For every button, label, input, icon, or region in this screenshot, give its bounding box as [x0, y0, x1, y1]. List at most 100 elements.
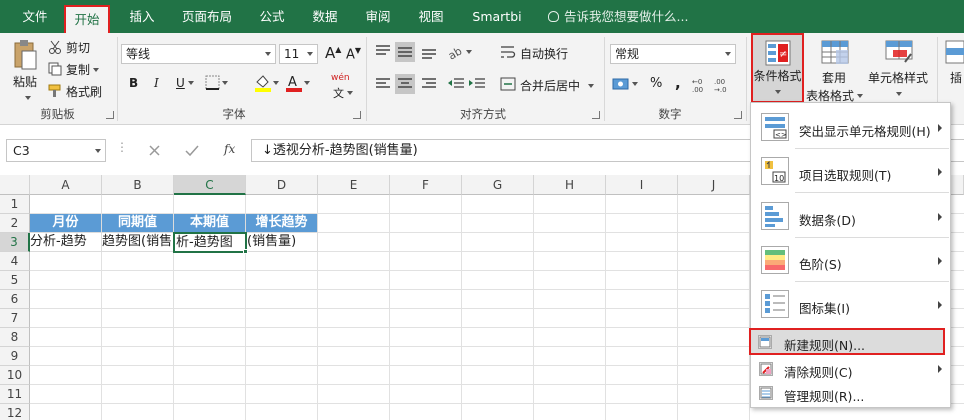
formula-bar-grip-icon[interactable]: ⋮	[116, 140, 128, 154]
row-header-2[interactable]: 2	[0, 214, 30, 233]
paste-icon[interactable]	[12, 39, 38, 71]
row-header-9[interactable]: 9	[0, 347, 30, 366]
insert-function-button[interactable]: fx	[224, 142, 235, 156]
fill-color-icon[interactable]	[254, 74, 280, 95]
row-header-7[interactable]: 7	[0, 309, 30, 328]
tab-smartbi[interactable]: Smartbi	[466, 0, 528, 33]
col-header-b[interactable]: B	[102, 175, 174, 195]
menu-item-manage-rules[interactable]: 管理规则(R)...	[751, 382, 950, 404]
cut-button[interactable]: 剪切	[66, 39, 90, 56]
tab-data[interactable]: 数据	[306, 0, 344, 33]
tab-insert[interactable]: 插入	[123, 0, 161, 33]
menu-item-icon-sets[interactable]: 图标集(I)	[751, 290, 950, 320]
tab-home[interactable]: 开始	[64, 5, 110, 33]
name-box[interactable]: C3	[6, 139, 106, 162]
menu-colorscales-label: 色阶(S)	[799, 257, 842, 272]
menu-item-top-bottom-rules[interactable]: 10 项目选取规则(T)	[751, 157, 950, 187]
merge-center-label: 合并后居中	[520, 79, 581, 93]
tab-formulas[interactable]: 公式	[253, 0, 291, 33]
row-header-4[interactable]: 4	[0, 252, 30, 271]
orientation-icon[interactable]: ab	[446, 43, 473, 64]
row-header-12[interactable]: 12	[0, 404, 30, 420]
wrap-text-button[interactable]: 自动换行	[520, 45, 568, 62]
menu-item-color-scales[interactable]: 色阶(S)	[751, 246, 950, 276]
col-header-a[interactable]: A	[30, 175, 102, 195]
merge-center-button[interactable]: 合并后居中	[520, 77, 595, 94]
row-header-5[interactable]: 5	[0, 271, 30, 290]
col-header-g[interactable]: G	[462, 175, 534, 195]
paste-button[interactable]: 粘贴	[13, 73, 37, 90]
alignment-launcher-icon[interactable]	[592, 111, 600, 119]
font-color-icon[interactable]: A	[285, 74, 311, 95]
fill-handle[interactable]	[243, 249, 248, 254]
cell-d3[interactable]: (销售量)	[247, 233, 318, 252]
percent-button[interactable]: %	[650, 76, 662, 91]
col-header-e[interactable]: E	[318, 175, 390, 195]
col-header-f[interactable]: F	[390, 175, 462, 195]
phonetic-label[interactable]: 文	[333, 85, 353, 101]
top-bottom-icon: 10	[761, 157, 789, 185]
indent-decrease-icon[interactable]	[447, 76, 487, 95]
comma-button[interactable]: ,	[675, 74, 681, 92]
font-size-select[interactable]: 11	[279, 44, 318, 64]
font-size-value: 11	[284, 47, 300, 61]
col-header-h[interactable]: H	[534, 175, 606, 195]
select-all-corner[interactable]	[0, 175, 30, 195]
cell-b2[interactable]: 同期值	[102, 214, 174, 233]
tell-me-search[interactable]: 告诉我您想要做什么...	[548, 0, 688, 33]
number-format-select[interactable]: 常规	[610, 44, 736, 64]
cell-styles-button[interactable]: 单元格样式	[866, 71, 930, 86]
col-header-i[interactable]: I	[606, 175, 678, 195]
svg-text:←0: ←0	[692, 78, 702, 86]
cell-d2[interactable]: 增长趋势	[246, 214, 318, 233]
phonetic-button[interactable]: wén	[331, 73, 350, 83]
menu-item-highlight-rules[interactable]: <> 突出显示单元格规则(H)	[751, 113, 950, 143]
italic-button[interactable]: I	[154, 76, 159, 90]
col-header-j[interactable]: J	[678, 175, 750, 195]
borders-icon[interactable]	[205, 75, 229, 94]
menu-item-clear-rules[interactable]: 清除规则(C)	[751, 358, 950, 380]
align-top-icon[interactable]	[374, 42, 440, 65]
number-group-label: 数字	[658, 107, 682, 121]
row-header-11[interactable]: 11	[0, 385, 30, 404]
svg-text:.00: .00	[692, 86, 703, 93]
row-header-3[interactable]: 3	[0, 233, 30, 252]
font-name-select[interactable]: 等线	[121, 44, 276, 64]
menu-managerules-label: 管理规则(R)...	[784, 389, 865, 404]
font-launcher-icon[interactable]	[353, 111, 361, 119]
menu-item-data-bars[interactable]: 数据条(D)	[751, 202, 950, 232]
menu-item-new-rule[interactable]: 新建规则(N)...	[749, 328, 945, 355]
tab-file[interactable]: 文件	[18, 0, 52, 33]
increase-decimal-icon[interactable]: ←0.00.00 →.0	[692, 77, 736, 96]
cell-styles-dropdown-icon[interactable]	[884, 87, 914, 102]
bold-button[interactable]: B	[129, 76, 138, 90]
conditional-formatting-button[interactable]: ≠ 条件格式	[751, 33, 804, 103]
insert-cells-button[interactable]: 插	[948, 71, 964, 86]
cell-c2[interactable]: 本期值	[174, 214, 246, 233]
shrink-font-button[interactable]: A▼	[346, 46, 361, 62]
tab-review[interactable]: 审阅	[359, 0, 397, 33]
grow-font-button[interactable]: A▲	[325, 44, 341, 62]
accounting-icon[interactable]	[612, 76, 640, 95]
tab-page-layout[interactable]: 页面布局	[176, 0, 238, 33]
col-header-c[interactable]: C	[174, 175, 246, 195]
clipboard-launcher-icon[interactable]	[106, 111, 114, 119]
format-as-table-label-1[interactable]: 套用	[812, 71, 856, 86]
copy-button[interactable]: 复制	[66, 61, 100, 78]
align-left-icon[interactable]	[374, 74, 440, 97]
tab-view[interactable]: 视图	[412, 0, 450, 33]
format-painter-button[interactable]: 格式刷	[66, 83, 102, 100]
row-header-10[interactable]: 10	[0, 366, 30, 385]
row-header-6[interactable]: 6	[0, 290, 30, 309]
col-header-d[interactable]: D	[246, 175, 318, 195]
row-header-1[interactable]: 1	[0, 195, 30, 214]
cell-b3[interactable]: 趋势图(销售	[102, 233, 174, 252]
number-launcher-icon[interactable]	[734, 111, 742, 119]
row-header-8[interactable]: 8	[0, 328, 30, 347]
underline-button[interactable]: U	[176, 76, 194, 90]
svg-text:A: A	[288, 75, 297, 90]
cell-a2[interactable]: 月份	[30, 214, 102, 233]
paste-dropdown-icon[interactable]	[22, 91, 31, 105]
cell-c3[interactable]: 析-趋势图	[173, 232, 247, 253]
cell-a3[interactable]: 分析-趋势	[30, 233, 102, 252]
